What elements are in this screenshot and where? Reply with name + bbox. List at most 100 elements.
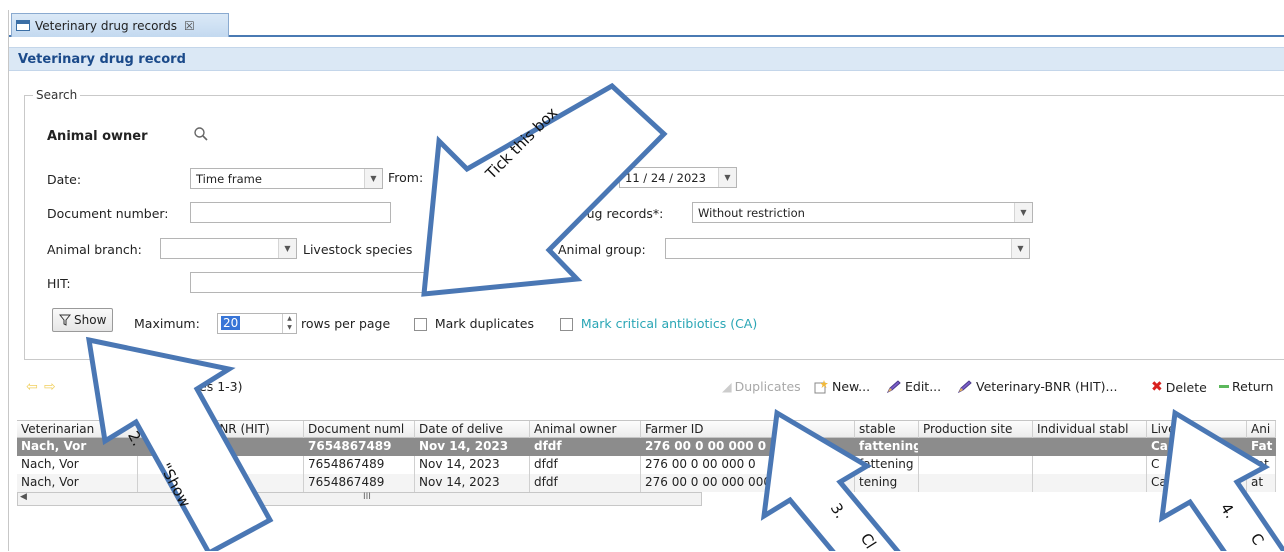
livestock-species-select[interactable]: ▼: [500, 238, 552, 259]
until-date-field[interactable]: 11 / 24 / 2023 ▼: [619, 167, 737, 188]
chevron-down-icon: ▼: [718, 168, 736, 187]
from-label: From:: [388, 170, 424, 185]
delete-x-icon: ✖: [1151, 379, 1163, 395]
from-date-value: 11 / 24: [445, 171, 486, 185]
table-cell: [919, 456, 1033, 474]
table-cell: 276 00 0 00 000 0000: [641, 474, 855, 492]
vdr-select[interactable]: Without restriction ▼: [692, 202, 1033, 223]
chevron-down-icon: ▼: [1014, 203, 1032, 222]
table-cell: [1033, 438, 1147, 456]
table-cell: Cattle: [1147, 474, 1247, 492]
table-cell: dfdf: [530, 474, 641, 492]
duplicates-label: Duplicates: [734, 379, 801, 394]
scroll-grip[interactable]: III: [363, 492, 371, 502]
arrow-right-icon[interactable]: ⇨: [44, 379, 56, 395]
table-cell: at: [1247, 474, 1276, 492]
column-header[interactable]: Animal owner: [530, 421, 641, 439]
mark-ca-label: Mark critical antibiotics (CA): [580, 316, 758, 331]
duplicates-button[interactable]: ◢ Duplicates: [722, 379, 801, 394]
until-date-value: 11 / 24 / 2023: [625, 171, 706, 185]
mark-duplicates-checkbox[interactable]: [414, 318, 427, 331]
stepper-arrows-icon[interactable]: ▲ ▼: [282, 314, 296, 333]
panel-title-bar: Veterinary drug record: [9, 47, 1284, 71]
horizontal-scrollbar[interactable]: ◀ III: [17, 492, 702, 506]
date-select[interactable]: Time frame ▼: [190, 168, 383, 189]
column-header[interactable]: Ani: [1247, 421, 1276, 439]
matches-count: (Matches 1-3): [156, 379, 243, 394]
column-header[interactable]: ary-BNR (HIT): [138, 421, 304, 439]
table-cell: [919, 438, 1033, 456]
table-cell: [1033, 474, 1147, 492]
edit-pencil-icon: [886, 379, 901, 393]
results-toolbar: ⇦ ⇨ (Matches 1-3) ◢ Duplicates New... Ed…: [0, 372, 1276, 402]
animal-branch-select[interactable]: ▼: [160, 238, 297, 259]
mark-duplicates-checkbox-row[interactable]: Mark duplicates: [414, 316, 534, 331]
column-header[interactable]: Live: [1147, 421, 1247, 439]
table-cell: [919, 474, 1033, 492]
return-label: Return: [1232, 379, 1274, 394]
new-button[interactable]: New...: [813, 379, 870, 394]
animal-group-select[interactable]: ▼: [665, 238, 1030, 259]
return-icon: [1219, 385, 1229, 388]
search-icon[interactable]: [193, 126, 209, 145]
table-cell: C: [1147, 456, 1247, 474]
search-legend: Search: [36, 88, 78, 102]
scroll-left-icon[interactable]: ◀: [20, 492, 27, 502]
column-header[interactable]: Production site: [919, 421, 1033, 439]
table-row[interactable]: Nach, Vor 7654867489 Nov 14, 2023 dfdf 2…: [17, 456, 1276, 474]
delete-button[interactable]: ✖ Delete: [1151, 379, 1207, 395]
table-row[interactable]: Nach, Vor 7654867489 Nov 14, 2023 dfdf 2…: [17, 438, 1276, 456]
close-icon[interactable]: ☒: [184, 19, 195, 33]
livestock-species-label: Livestock species: [303, 242, 413, 257]
column-header[interactable]: Date of delive: [415, 421, 530, 439]
return-button[interactable]: Return: [1219, 379, 1273, 394]
table-cell: 276 00 0 00 000 0: [641, 438, 855, 456]
table-cell: 276 00 0 00 000 0: [641, 456, 855, 474]
table-cell: 7654867489: [304, 474, 415, 492]
document-number-input[interactable]: [190, 202, 391, 223]
edit-label: Edit...: [905, 379, 942, 394]
tab-veterinary-drug-records[interactable]: Veterinary drug records ☒: [11, 13, 229, 37]
animal-branch-label: Animal branch:: [47, 242, 142, 257]
maximum-stepper[interactable]: 20 ▲ ▼: [217, 313, 297, 334]
page-title: Veterinary drug record: [18, 51, 186, 67]
vet-bnr-button[interactable]: Veterinary-BNR (HIT)...: [957, 379, 1117, 394]
column-header[interactable]: Veterinarian: [17, 421, 138, 439]
table-cell: fattening: [855, 438, 919, 456]
date-label: Date:: [47, 172, 82, 187]
table-cell: Nov 14, 2023: [415, 456, 530, 474]
vdr-label: inary drug records*:: [538, 206, 664, 221]
grid-header-row: Veterinarian ary-BNR (HIT) Document numl…: [17, 420, 1276, 439]
column-header[interactable]: Document numl: [304, 421, 415, 439]
table-cell: [1033, 456, 1147, 474]
table-cell: Fat: [1247, 438, 1276, 456]
chevron-down-icon: ▼: [533, 239, 551, 258]
table-cell: Nach, Vor: [17, 456, 138, 474]
animal-owner-label: Animal owner: [47, 129, 148, 144]
table-cell: dfdf: [530, 438, 641, 456]
show-button-label: Show: [74, 313, 107, 327]
table-cell: Fat: [1247, 456, 1276, 474]
table-row[interactable]: Nach, Vor 7654867489 Nov 14, 2023 dfdf 2…: [17, 474, 1276, 492]
mark-ca-checkbox[interactable]: [560, 318, 573, 331]
mark-ca-checkbox-row[interactable]: Mark critical antibiotics (CA): [560, 316, 757, 331]
date-select-value: Time frame: [196, 172, 262, 186]
maximum-label: Maximum:: [134, 316, 200, 331]
animal-group-label: Animal group:: [558, 242, 646, 257]
column-header[interactable]: Farmer ID: [641, 421, 855, 439]
maximum-value: 20: [221, 316, 241, 330]
delete-label: Delete: [1165, 379, 1207, 395]
new-label: New...: [832, 379, 871, 394]
table-cell: tening: [855, 474, 919, 492]
show-button[interactable]: Show: [52, 308, 114, 332]
filter-icon: [59, 314, 71, 326]
column-header[interactable]: Individual stabl: [1033, 421, 1147, 439]
hit-input[interactable]: [190, 272, 430, 293]
table-cell: 7654867489: [304, 456, 415, 474]
document-number-label: Document number:: [47, 206, 169, 221]
arrow-left-icon[interactable]: ⇦: [26, 379, 38, 395]
pencil-disabled-icon: ◢: [722, 379, 732, 394]
edit-button[interactable]: Edit...: [886, 379, 941, 394]
chevron-down-icon: ▼: [364, 169, 382, 188]
column-header[interactable]: stable: [855, 421, 919, 439]
